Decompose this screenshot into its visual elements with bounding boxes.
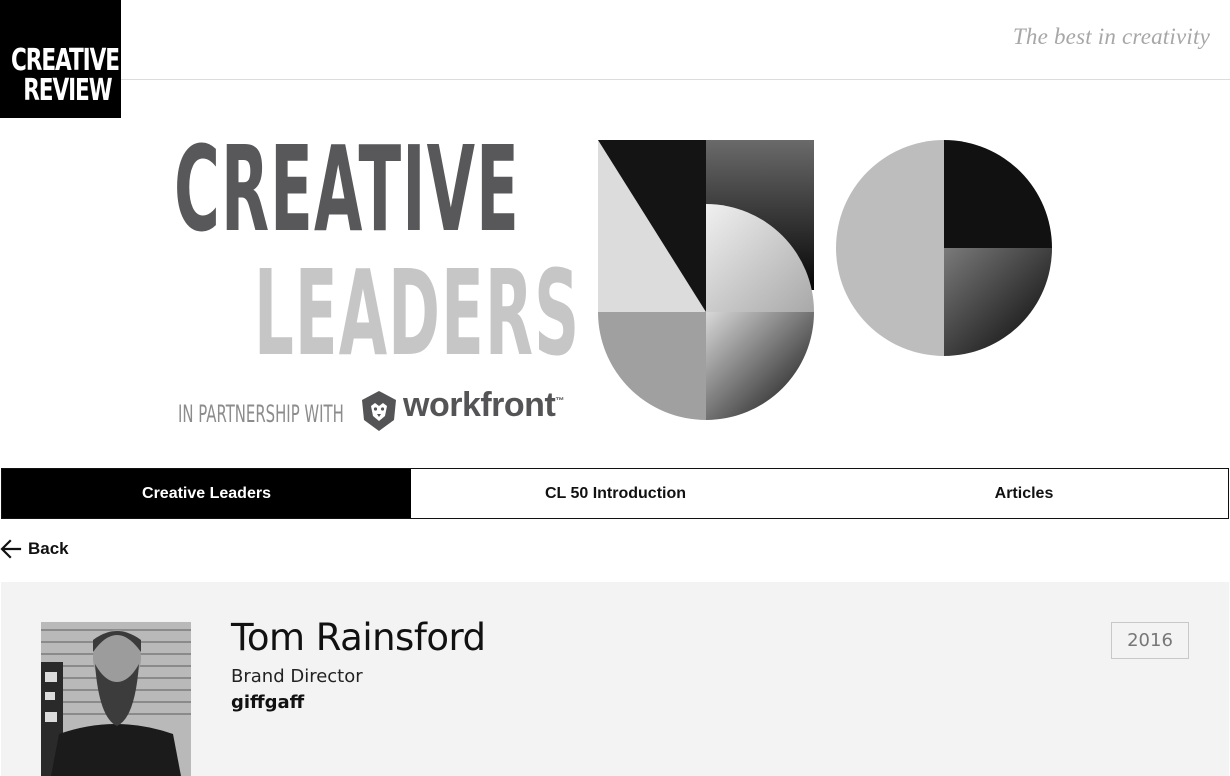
back-label: Back [28,539,69,558]
workfront-wordmark: workfront™ [403,386,564,425]
digit-zero-shape [836,140,1052,356]
workfront-name: workfront [403,386,556,424]
tab-cl50-introduction-label: CL 50 Introduction [544,484,687,502]
zero-top-right-quadrant [944,140,1052,248]
header-divider [121,79,1230,80]
tab-articles[interactable]: Articles [820,469,1228,518]
year-badge: 2016 [1111,622,1189,659]
back-link[interactable]: Back [0,538,69,560]
trademark-mark: ™ [555,395,564,406]
site-tagline: The best in creativity [1012,24,1210,49]
tab-articles-label: Articles [994,484,1054,502]
digit-five-shape [598,140,814,420]
tab-creative-leaders-label: Creative Leaders [142,484,271,502]
creative-review-logo[interactable]: CREATIVE REVIEW [0,0,121,118]
cl50-graphic [598,140,1052,420]
profile-card: Tom Rainsford Brand Director giffgaff 20… [1,582,1229,776]
five-bottom-left-quadrant [598,312,706,420]
profile-company: giffgaff [231,692,305,713]
profile-photo [41,622,191,776]
workfront-lion-icon [362,391,396,431]
profile-role: Brand Director [231,666,363,687]
zero-left-half [836,140,944,356]
tab-cl50-introduction[interactable]: CL 50 Introduction [411,469,820,518]
creative-leaders-banner: CREATIVE LEADERS IN PARTNERSHIP WITH wor… [0,118,1230,468]
logo-line-1: CREATIVE [11,43,120,78]
profile-name: Tom Rainsford [231,616,486,659]
banner-title-creative: CREATIVE [174,120,520,258]
arrow-left-icon [0,539,22,559]
logo-line-2: REVIEW [23,73,112,108]
zero-bottom-right-quadrant [944,248,1052,356]
banner-title-leaders: LEADERS [254,244,581,382]
tab-creative-leaders[interactable]: Creative Leaders [2,469,411,518]
partnership-text: IN PARTNERSHIP WITH [178,400,344,428]
five-right-lower-quadrant [706,312,814,420]
section-nav: Creative Leaders CL 50 Introduction Arti… [1,468,1229,519]
